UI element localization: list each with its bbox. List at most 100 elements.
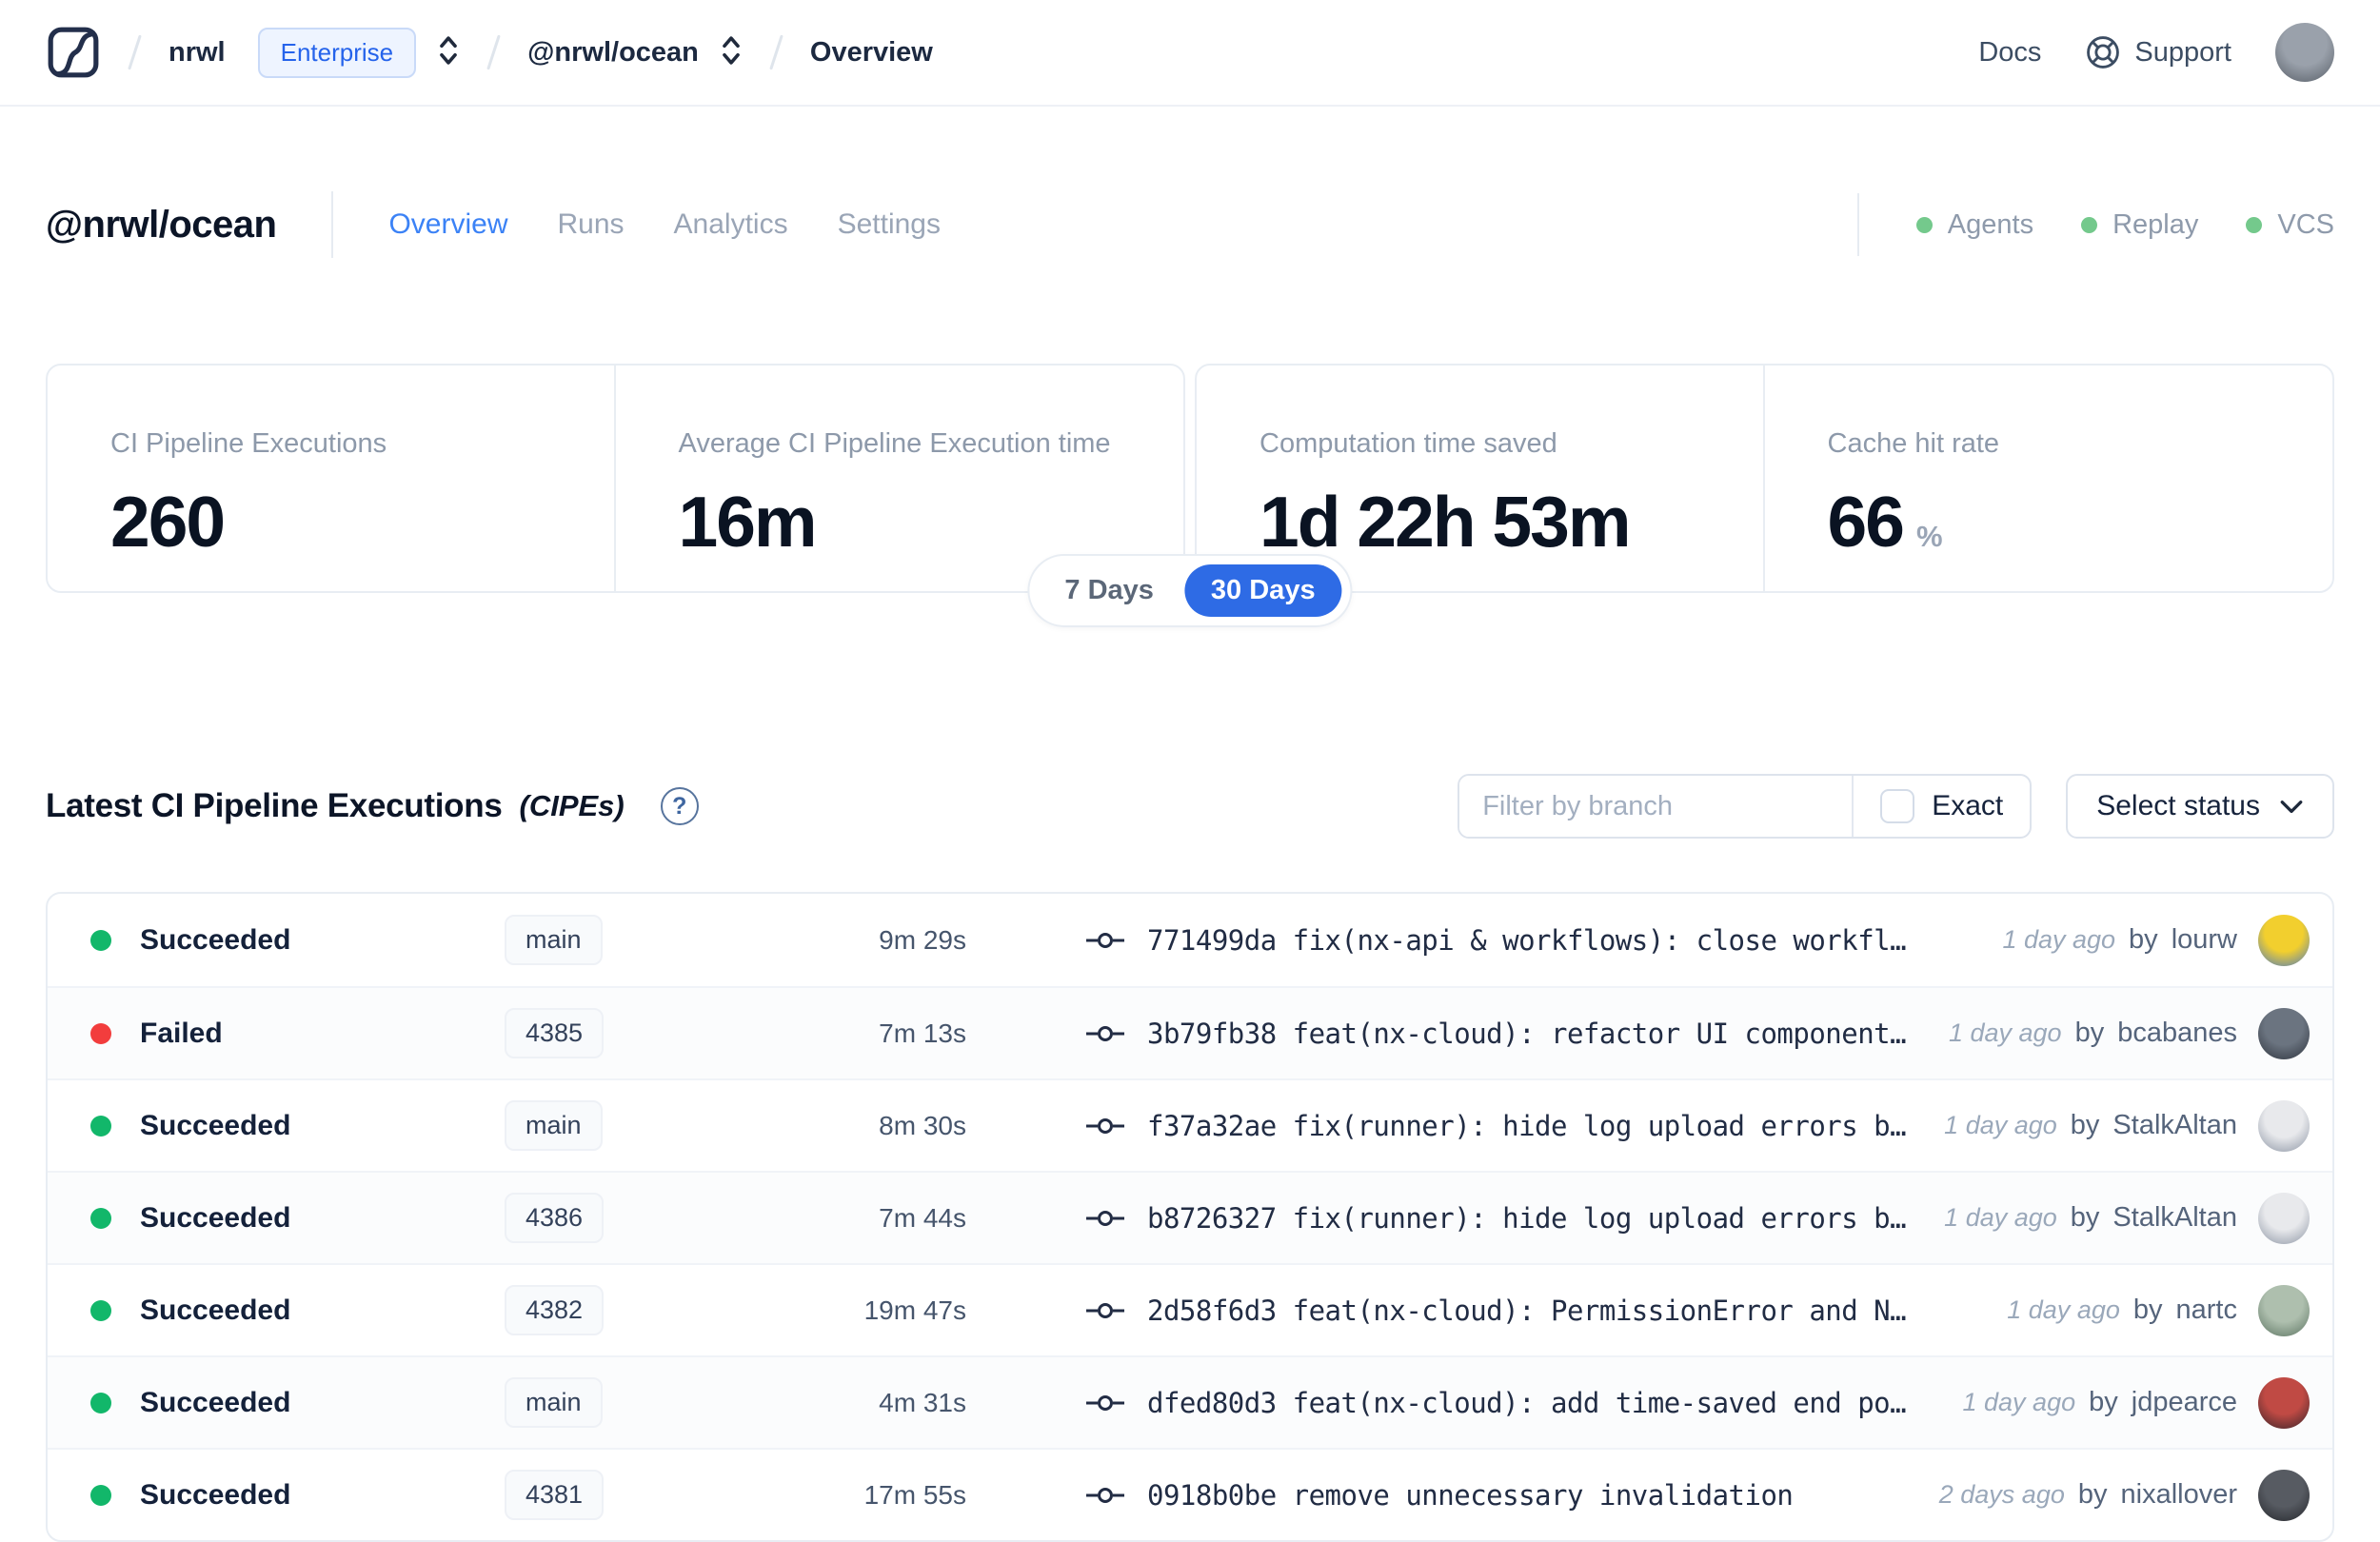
commit-message[interactable]: b8726327 fix(runner): hide log upload er…	[1147, 1202, 1906, 1235]
author-avatar[interactable]	[2258, 1192, 2310, 1244]
service-agents[interactable]: Agents	[1915, 208, 2034, 241]
branch-badge[interactable]: main	[505, 915, 603, 965]
table-row[interactable]: Failed 4385 7m 13s 3b79fb38 feat(nx-clou…	[48, 986, 2332, 1078]
author-name[interactable]: jdpearce	[2132, 1387, 2237, 1418]
exact-label: Exact	[1932, 790, 2004, 821]
workspace-tabs: Overview Runs Analytics Settings	[388, 208, 941, 241]
table-row[interactable]: Succeeded main 8m 30s f37a32ae fix(runne…	[48, 1078, 2332, 1171]
support-label: Support	[2134, 36, 2231, 68]
commit-message[interactable]: 2d58f6d3 feat(nx-cloud): PermissionError…	[1147, 1295, 1906, 1327]
tab-overview[interactable]: Overview	[388, 208, 507, 241]
table-row[interactable]: Succeeded 4386 7m 44s b8726327 fix(runne…	[48, 1171, 2332, 1263]
org-switcher-chevrons-icon[interactable]	[437, 31, 460, 74]
stat-value: 260	[110, 482, 226, 562]
tab-analytics[interactable]: Analytics	[674, 208, 788, 241]
workspace-header: @nrwl/ocean Overview Runs Analytics Sett…	[0, 181, 2380, 268]
breadcrumb-separator	[128, 34, 142, 70]
service-replay[interactable]: Replay	[2081, 209, 2198, 241]
table-row[interactable]: Succeeded main 4m 31s dfed80d3 feat(nx-c…	[48, 1355, 2332, 1448]
author-avatar[interactable]	[2258, 1376, 2310, 1429]
stat-label: CI Pipeline Executions	[110, 428, 387, 459]
branch-badge[interactable]: 4382	[505, 1285, 605, 1335]
status-filter-dropdown[interactable]: Select status	[2066, 774, 2334, 839]
service-label: Agents	[1947, 208, 2034, 240]
stat-value: 66	[1827, 482, 1905, 562]
service-label: Replay	[2112, 208, 2199, 240]
stats-panel-right: Computation time saved 1d 22h 53m Cache …	[1195, 364, 2334, 593]
table-row[interactable]: Succeeded main 9m 29s 771499da fix(nx-ap…	[48, 894, 2332, 986]
by-label: by	[2077, 1479, 2108, 1510]
breadcrumb-workspace[interactable]: @nrwl/ocean	[527, 37, 699, 69]
user-avatar[interactable]	[2275, 23, 2334, 82]
service-vcs[interactable]: VCS	[2246, 209, 2334, 241]
author-avatar[interactable]	[2258, 1007, 2310, 1059]
status-label: Succeeded	[140, 1478, 291, 1511]
range-7-days-button[interactable]: 7 Days	[1038, 564, 1180, 617]
author-name[interactable]: StalkAltan	[2112, 1110, 2237, 1141]
table-row[interactable]: Succeeded 4382 19m 47s 2d58f6d3 feat(nx-…	[48, 1263, 2332, 1355]
table-row[interactable]: Succeeded 4381 17m 55s 0918b0be remove u…	[48, 1448, 2332, 1540]
tab-runs[interactable]: Runs	[557, 208, 624, 241]
breadcrumb-org[interactable]: nrwl	[169, 37, 226, 69]
commit-icon	[1086, 1117, 1124, 1134]
exact-checkbox[interactable]	[1880, 789, 1915, 823]
branch-badge[interactable]: main	[505, 1100, 603, 1151]
branch-filter-input[interactable]	[1459, 776, 1853, 837]
duration: 19m 47s	[863, 1295, 966, 1325]
author-name[interactable]: StalkAltan	[2112, 1202, 2237, 1234]
exact-match-toggle[interactable]: Exact	[1854, 776, 2030, 837]
branch-filter-group: Exact	[1458, 774, 2033, 839]
status-label: Succeeded	[140, 923, 291, 956]
workspace-switcher-chevrons-icon[interactable]	[720, 31, 743, 74]
author-name[interactable]: lourw	[2172, 924, 2237, 956]
author-avatar[interactable]	[2258, 1469, 2310, 1521]
commit-message[interactable]: 3b79fb38 feat(nx-cloud): refactor UI com…	[1147, 1018, 1906, 1050]
service-status-group: Agents Replay VCS	[1856, 193, 2334, 256]
status-label: Succeeded	[140, 1109, 291, 1141]
duration: 7m 44s	[879, 1202, 966, 1233]
help-icon[interactable]: ?	[660, 787, 699, 825]
author-name[interactable]: nartc	[2176, 1295, 2237, 1326]
status-dot	[90, 1022, 111, 1044]
commit-message[interactable]: dfed80d3 feat(nx-cloud): add time-saved …	[1147, 1387, 1906, 1419]
commit-icon	[1086, 1025, 1124, 1041]
status-dot	[90, 929, 111, 951]
author-name[interactable]: bcabanes	[2117, 1018, 2237, 1049]
by-label: by	[2132, 1295, 2163, 1325]
green-status-dot	[2081, 216, 2098, 233]
stats-cards-row: CI Pipeline Executions 260 Average CI Pi…	[46, 364, 2334, 627]
range-30-days-button[interactable]: 30 Days	[1183, 564, 1342, 617]
time-ago: 2 days ago	[1938, 1480, 2065, 1509]
commit-message[interactable]: 771499da fix(nx-api & workflows): close …	[1147, 924, 1906, 957]
cipe-section-header: Latest CI Pipeline Executions (CIPEs) ? …	[46, 774, 2334, 839]
author-avatar[interactable]	[2258, 914, 2310, 966]
stat-value: 1d 22h 53m	[1259, 482, 1632, 562]
duration: 17m 55s	[863, 1479, 966, 1510]
top-navigation-bar: nrwl Enterprise @nrwl/ocean Overview Doc…	[0, 0, 2380, 107]
nx-cloud-logo-icon[interactable]	[46, 25, 101, 80]
branch-badge[interactable]: 4386	[505, 1193, 605, 1243]
divider	[331, 191, 334, 258]
branch-badge[interactable]: 4385	[505, 1008, 605, 1058]
tab-settings[interactable]: Settings	[838, 208, 941, 241]
commit-icon	[1086, 1302, 1124, 1318]
status-dot	[90, 1484, 111, 1506]
duration: 7m 13s	[879, 1018, 966, 1048]
enterprise-badge: Enterprise	[257, 27, 417, 78]
author-avatar[interactable]	[2258, 1284, 2310, 1336]
commit-message[interactable]: f37a32ae fix(runner): hide log upload er…	[1147, 1110, 1906, 1142]
chevron-down-icon	[2280, 801, 2303, 814]
branch-badge[interactable]: main	[505, 1377, 603, 1428]
status-dot	[90, 1115, 111, 1137]
breadcrumb-separator	[769, 34, 783, 70]
status-dot	[90, 1207, 111, 1229]
author-avatar[interactable]	[2258, 1099, 2310, 1152]
by-label: by	[2070, 1202, 2100, 1233]
time-ago: 1 day ago	[2002, 925, 2116, 954]
docs-link[interactable]: Docs	[1978, 37, 2041, 69]
lifebuoy-icon	[2087, 36, 2120, 69]
author-name[interactable]: nixallover	[2121, 1479, 2238, 1511]
commit-message[interactable]: 0918b0be remove unnecessary invalidation	[1147, 1479, 1793, 1512]
branch-badge[interactable]: 4381	[505, 1470, 605, 1520]
support-link[interactable]: Support	[2085, 34, 2231, 70]
